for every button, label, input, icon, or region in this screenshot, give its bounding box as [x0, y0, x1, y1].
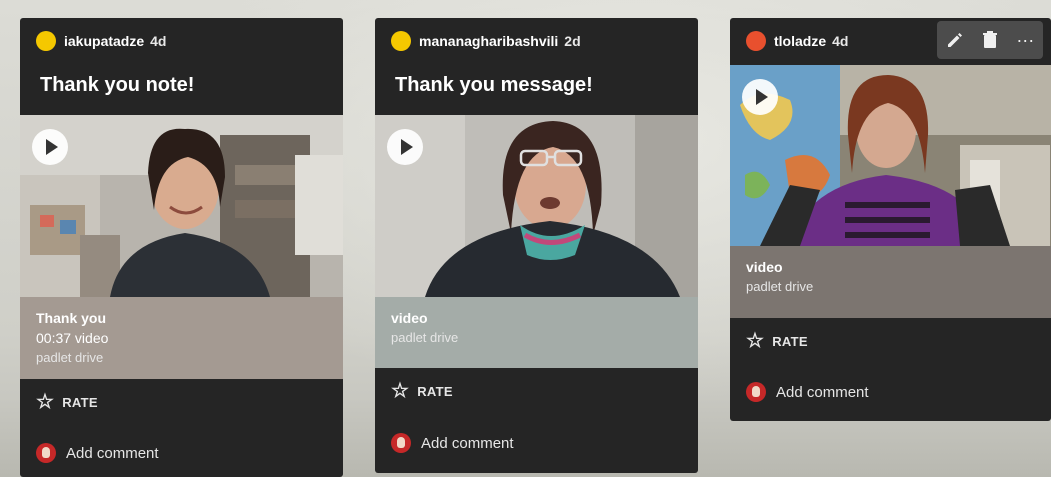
post-header: mananagharibashvili 2d [375, 18, 698, 64]
video-frame-image [20, 115, 343, 297]
post-age: 2d [564, 33, 581, 49]
post-title: Thank you message! [395, 74, 593, 96]
commenter-avatar [391, 433, 411, 453]
post-age: 4d [832, 33, 849, 49]
attachment-info[interactable]: video padlet drive [375, 297, 698, 368]
video-thumbnail[interactable] [20, 115, 343, 297]
play-button[interactable] [742, 79, 778, 115]
post-toolbar: ··· [937, 21, 1043, 59]
video-frame-image [730, 65, 1051, 246]
attachment-info[interactable]: Thank you 00:37 video padlet drive [20, 297, 343, 379]
add-comment-label: Add comment [776, 383, 869, 401]
attachment-source: padlet drive [391, 330, 459, 345]
author-avatar[interactable] [36, 31, 56, 51]
rate-button[interactable]: ☆ RATE [391, 381, 453, 401]
author-name-text[interactable]: iakupatadze [64, 33, 144, 49]
author-name[interactable]: mananagharibashvili 2d [419, 33, 581, 49]
author-name-text[interactable]: tloladze [774, 33, 826, 49]
more-icon[interactable]: ··· [1011, 30, 1039, 51]
attachment-title: Thank you [36, 310, 107, 326]
attachment-source: padlet drive [36, 350, 104, 365]
post-card-1[interactable]: iakupatadze 4d Thank you note! Thank you … [20, 18, 343, 477]
post-title: Thank you note! [40, 74, 195, 96]
author-avatar[interactable] [391, 31, 411, 51]
star-icon: ☆ [746, 330, 765, 352]
attachment-title: video [391, 310, 428, 326]
video-thumbnail[interactable] [730, 65, 1051, 246]
add-comment-button[interactable]: Add comment [36, 443, 159, 463]
commenter-avatar [746, 382, 766, 402]
star-icon: ☆ [36, 391, 55, 413]
attachment-duration: 00:37 video [36, 330, 109, 346]
add-comment-button[interactable]: Add comment [391, 433, 514, 453]
add-comment-label: Add comment [421, 434, 514, 452]
author-avatar[interactable] [746, 31, 766, 51]
star-icon: ☆ [391, 380, 410, 402]
rate-button[interactable]: ☆ RATE [746, 331, 808, 351]
author-name-text[interactable]: mananagharibashvili [419, 33, 558, 49]
video-frame-image [375, 115, 698, 297]
post-age: 4d [150, 33, 167, 49]
rate-button[interactable]: ☆ RATE [36, 392, 98, 412]
add-comment-label: Add comment [66, 444, 159, 462]
trash-icon[interactable] [976, 31, 1004, 49]
post-card-3[interactable]: tloladze 4d video padlet drive ☆ RATE Ad… [730, 18, 1051, 421]
post-header: iakupatadze 4d [20, 18, 343, 64]
add-comment-button[interactable]: Add comment [746, 382, 869, 402]
author-name[interactable]: iakupatadze 4d [64, 33, 166, 49]
author-name[interactable]: tloladze 4d [774, 33, 848, 49]
video-thumbnail[interactable] [375, 115, 698, 297]
rate-label: RATE [417, 383, 453, 399]
play-button[interactable] [387, 129, 423, 165]
attachment-info[interactable]: video padlet drive [730, 246, 1051, 318]
rate-label: RATE [62, 394, 98, 410]
rate-label: RATE [772, 333, 808, 349]
pencil-icon[interactable] [941, 31, 969, 49]
post-card-2[interactable]: mananagharibashvili 2d Thank you message!… [375, 18, 698, 473]
commenter-avatar [36, 443, 56, 463]
play-button[interactable] [32, 129, 68, 165]
attachment-title: video [746, 259, 783, 275]
attachment-source: padlet drive [746, 279, 814, 294]
